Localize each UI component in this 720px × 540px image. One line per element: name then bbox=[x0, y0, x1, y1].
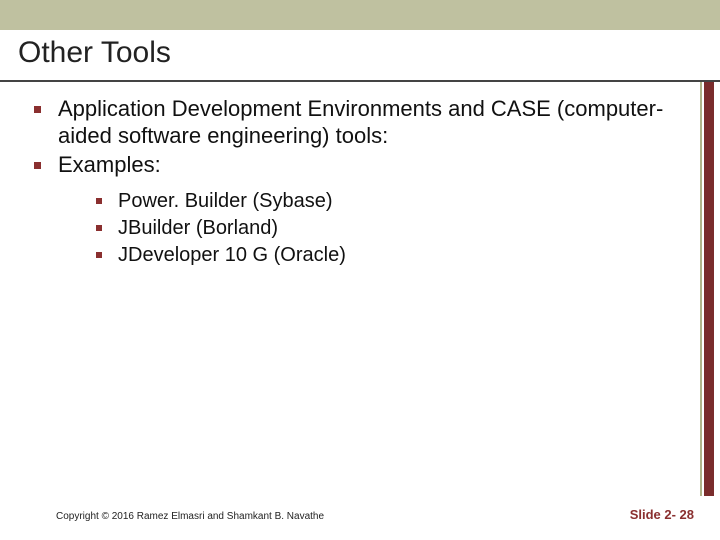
list-item-text: JBuilder (Borland) bbox=[118, 217, 278, 239]
title-underline bbox=[0, 80, 720, 82]
footer: Copyright © 2016 Ramez Elmasri and Shamk… bbox=[0, 507, 720, 522]
list-item: Application Development Environments and… bbox=[28, 96, 680, 150]
accent-vertical-thin bbox=[700, 82, 702, 496]
list-item-text: Application Development Environments and… bbox=[58, 96, 663, 148]
bullet-list: Application Development Environments and… bbox=[28, 96, 680, 269]
title-area: Other Tools bbox=[18, 36, 702, 70]
list-item: Examples: Power. Builder (Sybase) JBuild… bbox=[28, 152, 680, 270]
list-item: JBuilder (Borland) bbox=[90, 215, 680, 242]
list-item: JDeveloper 10 G (Oracle) bbox=[90, 242, 680, 269]
list-item-text: Examples: bbox=[58, 152, 161, 177]
sub-bullet-list: Power. Builder (Sybase) JBuilder (Borlan… bbox=[90, 188, 680, 269]
list-item-text: JDeveloper 10 G (Oracle) bbox=[118, 244, 346, 266]
list-item: Power. Builder (Sybase) bbox=[90, 188, 680, 215]
top-accent-bar bbox=[0, 0, 720, 30]
content-area: Application Development Environments and… bbox=[28, 96, 680, 271]
copyright-text: Copyright © 2016 Ramez Elmasri and Shamk… bbox=[56, 511, 324, 522]
list-item-text: Power. Builder (Sybase) bbox=[118, 190, 333, 212]
accent-vertical-thick bbox=[704, 82, 714, 496]
slide: Other Tools Application Development Envi… bbox=[0, 0, 720, 540]
slide-number: Slide 2- 28 bbox=[630, 507, 694, 522]
slide-title: Other Tools bbox=[18, 36, 702, 70]
